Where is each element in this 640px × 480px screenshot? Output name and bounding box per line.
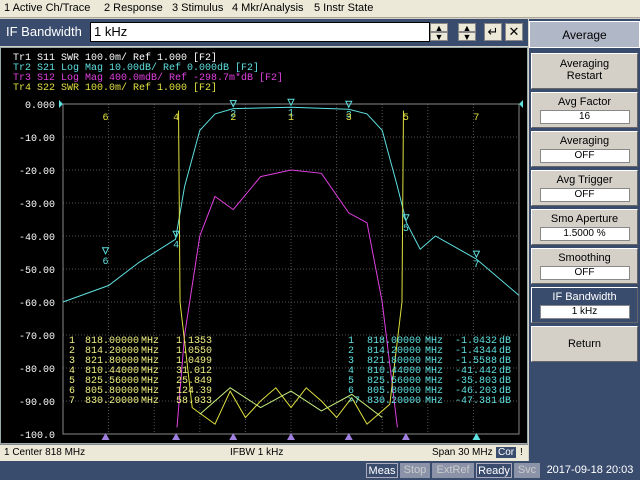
if-bandwidth-value: 1 kHz [539, 305, 630, 319]
smo-aperture-button[interactable]: Smo Aperture 1.5000 % [531, 209, 638, 245]
marker-table-right-unit-db: dB [499, 395, 511, 407]
marker-table-left-freq: 830.20000 [85, 396, 139, 407]
marker-label: 7 [473, 260, 479, 271]
top-marker-label: 7 [473, 113, 479, 124]
ready-indicator: Ready [476, 463, 512, 478]
y-tick-label: -60.00 [19, 299, 55, 310]
marker-icon [101, 247, 110, 255]
y-tick-label: -50.00 [19, 266, 55, 277]
menu-stimulus[interactable]: 3 Stimulus [172, 2, 223, 14]
y-tick-label: -40.00 [19, 233, 55, 244]
span-status: Span 30 MHz [432, 447, 493, 458]
marker-label: 5 [403, 224, 409, 235]
smo-aperture-value: 1.5000 % [539, 227, 630, 241]
meas-indicator: Meas [366, 463, 398, 478]
softkey-label: Smoothing [558, 252, 611, 264]
enter-button[interactable]: ↵ [484, 23, 502, 41]
avg-trigger-button[interactable]: Avg Trigger OFF [531, 170, 638, 206]
if-bandwidth-button[interactable]: IF Bandwidth 1 kHz [531, 287, 638, 323]
softkey-label2: Restart [566, 70, 603, 82]
averaging-toggle-button[interactable]: Averaging OFF [531, 131, 638, 167]
avg-trigger-value: OFF [539, 188, 630, 202]
step-down-button[interactable]: ▼ [458, 32, 476, 42]
y-tick-label: -70.00 [19, 332, 55, 343]
top-marker-label: 2 [230, 113, 236, 124]
marker-table-right-index: >7 [348, 396, 360, 407]
menu-instr-state[interactable]: 5 Instr State [314, 2, 373, 14]
softkey-label: Avg Trigger [556, 174, 613, 186]
increment-up-button[interactable]: ▲ [430, 23, 448, 33]
datetime: 2017-09-18 20:03 [542, 463, 638, 478]
top-marker-label: 6 [103, 113, 109, 124]
marker-icon [472, 250, 481, 259]
marker-label: 6 [103, 257, 109, 268]
entry-label: IF Bandwidth [6, 24, 82, 39]
center-frequency: 1 Center 818 MHz [4, 447, 86, 458]
averaging-restart-button[interactable]: Averaging Restart [531, 53, 638, 89]
warning-badge: ! [520, 447, 523, 458]
y-tick-label: -10.00 [19, 134, 55, 145]
marker-label: 4 [173, 240, 179, 251]
if-bandwidth-input[interactable]: 1 kHz [90, 22, 430, 42]
close-icon[interactable]: ✕ [505, 23, 523, 41]
y-tick-label: -90.00 [19, 398, 55, 409]
marker-table-right-freq: 830.20000 [367, 396, 421, 407]
instrument-status-bar: Meas Stop ExtRef Ready Svc 2017-09-18 20… [0, 461, 640, 480]
marker-table-right-unit: MHz [425, 396, 443, 407]
marker-table-right-value: -47.381 [455, 396, 497, 407]
softkey-label: Averaging [559, 58, 610, 70]
trace-plot: 0.000 -10.00 -20.00 -30.00 -40.00 -50.00 -60.0… [13, 52, 523, 442]
stop-indicator: Stop [400, 463, 430, 478]
softkey-label: Averaging [559, 135, 610, 147]
cor-badge: Cor [496, 447, 517, 458]
top-marker-label: 5 [403, 113, 409, 124]
plot-area[interactable]: 0.000 -10.00 -20.00 -30.00 -40.00 -50.00 -60.0… [0, 47, 528, 444]
top-marker-label: 3 [346, 113, 352, 124]
menu-active-ch-trace[interactable]: 1 Active Ch/Trace [4, 2, 90, 14]
softkey-label: Return [567, 338, 602, 350]
avg-factor-button[interactable]: Avg Factor 16 [531, 92, 638, 128]
reference-arrow-icon [59, 100, 63, 108]
channel-status-bar: 1 Center 818 MHz IFBW 1 kHz Span 30 MHz … [0, 444, 528, 461]
smoothing-value: OFF [539, 266, 630, 280]
y-tick-label: -30.00 [19, 200, 55, 211]
extref-indicator: ExtRef [432, 463, 474, 478]
marker-table-left-value: 58.933 [176, 396, 212, 407]
marker-table-left-unit: MHz [141, 396, 159, 407]
avg-factor-value: 16 [539, 110, 630, 124]
return-button[interactable]: Return [531, 326, 638, 362]
softkey-label: IF Bandwidth [552, 291, 617, 303]
entry-bar: IF Bandwidth 1 kHz ▲ ▼ ▲ ▼ ↵ ✕ [0, 19, 528, 46]
ifbw-status: IFBW 1 kHz [230, 447, 284, 458]
reference-arrow-icon [519, 100, 523, 108]
softkey-title: Average [529, 21, 640, 48]
increment-down-button[interactable]: ▼ [430, 32, 448, 42]
averaging-value: OFF [539, 149, 630, 163]
step-up-button[interactable]: ▲ [458, 23, 476, 33]
top-marker-label: 1 [288, 113, 294, 124]
trace-legend-4: Tr4 S22 SWR 100.0m/ Ref 1.000 [F2] [13, 82, 217, 94]
svc-indicator: Svc [514, 463, 540, 478]
marker-icon [402, 214, 410, 222]
y-tick-label: 0.000 [25, 101, 55, 112]
smoothing-button[interactable]: Smoothing OFF [531, 248, 638, 284]
y-tick-label: -80.00 [19, 365, 55, 376]
softkey-panel: Average Averaging Restart Avg Factor 16 … [529, 19, 640, 461]
top-marker-label: 4 [173, 113, 179, 124]
menu-bar: 1 Active Ch/Trace 2 Response 3 Stimulus … [0, 0, 640, 18]
softkey-label: Avg Factor [558, 96, 611, 108]
y-tick-label: -20.00 [19, 167, 55, 178]
menu-mkr-analysis[interactable]: 4 Mkr/Analysis [232, 2, 304, 14]
menu-response[interactable]: 2 Response [104, 2, 163, 14]
softkey-label: Smo Aperture [550, 213, 619, 225]
marker-table-left-index: 7 [69, 396, 75, 407]
y-tick-label: -100.0 [19, 431, 55, 442]
